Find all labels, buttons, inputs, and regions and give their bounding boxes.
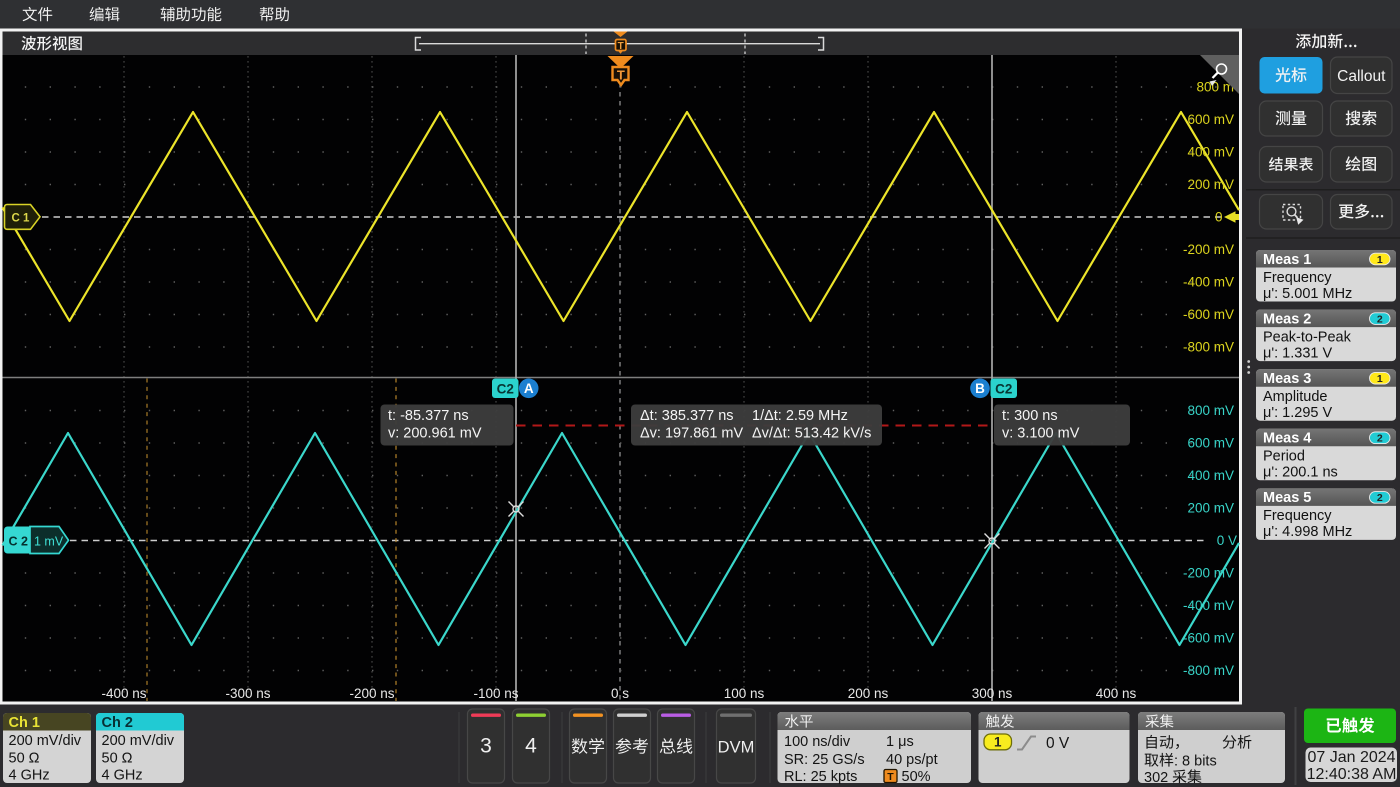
svg-text:0 V: 0 V — [1046, 735, 1070, 752]
svg-text:Meas 2: Meas 2 — [1263, 311, 1311, 327]
svg-text:μ': 4.998 MHz: μ': 4.998 MHz — [1263, 524, 1352, 540]
svg-text:0: 0 — [1215, 210, 1223, 225]
svg-text:B: B — [975, 381, 985, 396]
svg-text:C 2: C 2 — [9, 534, 29, 548]
svg-text:302: 302 — [1144, 770, 1168, 786]
svg-text:Δv/Δt: 513.42 kV/s: Δv/Δt: 513.42 kV/s — [752, 426, 871, 442]
svg-text:-100 ns: -100 ns — [473, 686, 518, 701]
svg-text:200 ns: 200 ns — [848, 686, 889, 701]
svg-text:3: 3 — [480, 735, 492, 758]
svg-text:1: 1 — [1377, 373, 1383, 385]
svg-text:-200 mV: -200 mV — [1183, 566, 1234, 581]
svg-text:1/Δt: 2.59 MHz: 1/Δt: 2.59 MHz — [752, 408, 848, 424]
svg-text:400 mV: 400 mV — [1187, 145, 1234, 160]
svg-text:Ch 2: Ch 2 — [102, 715, 133, 731]
svg-text:A: A — [524, 381, 534, 396]
svg-text:SR: 25 GS/s: SR: 25 GS/s — [784, 752, 865, 768]
svg-text:2: 2 — [1377, 433, 1383, 445]
svg-text:C2: C2 — [497, 381, 514, 396]
svg-text:12:40:38 AM: 12:40:38 AM — [1307, 766, 1397, 783]
svg-text:-300 ns: -300 ns — [225, 686, 270, 701]
svg-text:-600 mV: -600 mV — [1183, 307, 1234, 322]
svg-text:-800 mV: -800 mV — [1183, 663, 1234, 678]
svg-text:-200 mV: -200 mV — [1183, 242, 1234, 257]
svg-text:Period: Period — [1263, 449, 1305, 465]
svg-text:v: 3.100 mV: v: 3.100 mV — [1002, 426, 1080, 442]
svg-text:T: T — [618, 41, 624, 52]
svg-text:-200 ns: -200 ns — [349, 686, 394, 701]
svg-text:-400 mV: -400 mV — [1183, 598, 1234, 613]
svg-text:Meas 4: Meas 4 — [1263, 431, 1311, 447]
svg-text:Frequency: Frequency — [1263, 270, 1332, 286]
svg-text:200 mV/div: 200 mV/div — [9, 733, 82, 749]
svg-text:800 mV: 800 mV — [1187, 403, 1234, 418]
svg-text:Meas 3: Meas 3 — [1263, 371, 1311, 387]
svg-text:-600 mV: -600 mV — [1183, 631, 1234, 646]
svg-text:50%: 50% — [902, 769, 931, 785]
svg-text:μ': 1.295 V: μ': 1.295 V — [1263, 405, 1332, 421]
svg-text:v: 200.961 mV: v: 200.961 mV — [388, 426, 482, 442]
svg-text:100 ns/div: 100 ns/div — [784, 734, 851, 750]
svg-text:1: 1 — [994, 735, 1002, 750]
svg-text:Frequency: Frequency — [1263, 508, 1332, 524]
svg-text:600 mV: 600 mV — [1187, 436, 1234, 451]
svg-text:Peak-to-Peak: Peak-to-Peak — [1263, 329, 1352, 345]
svg-text:50 Ω: 50 Ω — [102, 751, 133, 767]
svg-text:2: 2 — [1377, 313, 1383, 325]
svg-text:1 mV: 1 mV — [34, 534, 64, 548]
svg-text:Amplitude: Amplitude — [1263, 389, 1327, 405]
svg-text:300 ns: 300 ns — [972, 686, 1013, 701]
svg-text:200 mV: 200 mV — [1187, 177, 1234, 192]
svg-text:RL: 25 kpts: RL: 25 kpts — [784, 769, 857, 785]
svg-text:400 ns: 400 ns — [1096, 686, 1137, 701]
svg-text:μ': 1.331 V: μ': 1.331 V — [1263, 345, 1332, 361]
svg-text:1 μs: 1 μs — [886, 734, 914, 750]
svg-text:C 1: C 1 — [12, 212, 31, 224]
svg-text:Meas 1: Meas 1 — [1263, 252, 1311, 268]
svg-text:Δv: 197.861 mV: Δv: 197.861 mV — [640, 426, 744, 442]
svg-text:200 mV/div: 200 mV/div — [102, 733, 175, 749]
svg-text:μ': 5.001 MHz: μ': 5.001 MHz — [1263, 286, 1352, 302]
svg-text:Δt: 385.377 ns: Δt: 385.377 ns — [640, 408, 734, 424]
svg-text:600 mV: 600 mV — [1187, 112, 1234, 127]
svg-text:50 Ω: 50 Ω — [9, 751, 40, 767]
svg-text:t: 300 ns: t: 300 ns — [1002, 408, 1058, 424]
svg-text:4 GHz: 4 GHz — [9, 768, 50, 784]
svg-text:Meas 5: Meas 5 — [1263, 490, 1311, 506]
svg-text:2: 2 — [1377, 492, 1383, 504]
svg-text:0 s: 0 s — [611, 686, 629, 701]
svg-text:μ': 200.1 ns: μ': 200.1 ns — [1263, 465, 1338, 481]
svg-text:1: 1 — [1377, 254, 1383, 266]
svg-text:-400 ns: -400 ns — [101, 686, 146, 701]
svg-text:-800 mV: -800 mV — [1183, 340, 1234, 355]
svg-text:0 V: 0 V — [1217, 533, 1237, 548]
svg-text:Callout: Callout — [1337, 68, 1386, 85]
svg-text:T: T — [617, 68, 625, 83]
svg-text:-400 mV: -400 mV — [1183, 275, 1234, 290]
svg-text:: 8 bits: : 8 bits — [1174, 754, 1217, 770]
svg-text:100 ns: 100 ns — [724, 686, 765, 701]
svg-text:Ch 1: Ch 1 — [9, 715, 40, 731]
svg-text:40 ps/pt: 40 ps/pt — [886, 752, 938, 768]
svg-text:C2: C2 — [995, 381, 1012, 396]
svg-text:T: T — [887, 771, 894, 783]
svg-text:400 mV: 400 mV — [1187, 468, 1234, 483]
svg-text:DVM: DVM — [718, 739, 755, 757]
svg-text:07 Jan 2024: 07 Jan 2024 — [1307, 749, 1395, 766]
svg-text:200 mV: 200 mV — [1187, 501, 1234, 516]
svg-text:4: 4 — [525, 735, 537, 758]
svg-text:4 GHz: 4 GHz — [102, 768, 143, 784]
svg-text:t: -85.377 ns: t: -85.377 ns — [388, 408, 469, 424]
